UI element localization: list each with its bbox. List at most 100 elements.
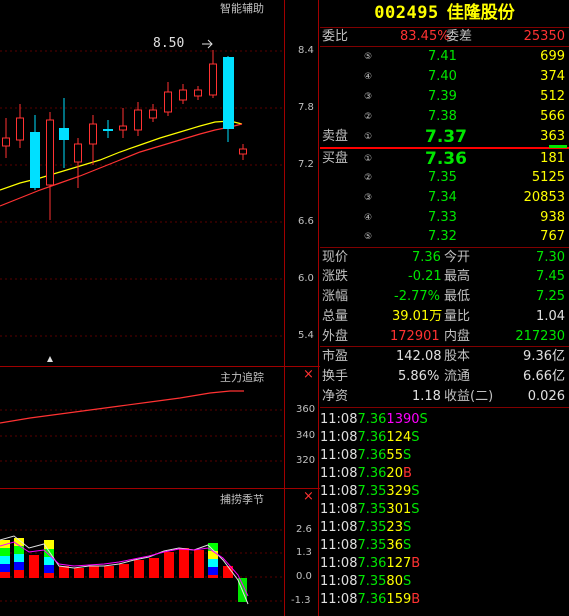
tick-side: S [402,574,412,589]
axis-label: 8.4 [298,45,314,56]
tick-volume: 159 [386,592,412,607]
level-index: ④ [364,72,373,82]
bid-row-1[interactable]: 买盘 ① 7.36 181 [320,149,569,169]
nav-value: 1.18 [412,389,441,404]
ask-row-5[interactable]: ⑤ 7.41 699 [320,48,569,66]
tick-volume: 23 [386,520,403,535]
tick-side: B [411,592,421,607]
tick-volume: 329 [386,484,412,499]
ask-price: 7.40 [428,69,457,84]
tick-row: 11:087.3536S [320,537,569,555]
ratio-label: 委比 [322,29,349,44]
quote-row-volume: 总量 39.01万 量比 1.04 [320,308,569,326]
kline-svg[interactable] [0,0,320,616]
quote-row-percent: 涨幅 -2.77% 最低 7.25 [320,288,569,306]
shares-label: 股本 [444,349,471,364]
eps-label: 收益(二) [444,389,494,404]
bid-row-2[interactable]: ② 7.35 5125 [320,169,569,187]
buy-label: 买盘 [322,151,349,166]
fund-row-nav: 净资 1.18 收益(二) 0.026 [320,388,569,406]
tick-price: 7.36 [357,466,387,481]
tick-row: 11:087.3620B [320,465,569,483]
tick-side: S [402,538,412,553]
tick-side: S [402,520,412,535]
tick-price: 7.36 [357,592,387,607]
kline-chart-area[interactable]: 智能辅助 8.50 8.4 7.8 7.2 6.6 6.0 5.4 主力追踪 ×… [0,0,320,616]
bid-price: 7.33 [428,210,457,225]
tick-volume: 1390 [386,412,420,427]
eps-value: 0.026 [527,389,565,404]
now-price: 7.36 [412,250,441,265]
level-index: ③ [364,193,373,203]
tick-time: 11:08 [320,466,358,481]
bid-price: 7.34 [428,190,457,205]
axis-label: 7.2 [298,159,314,170]
tick-time: 11:08 [320,538,358,553]
tick-volume: 55 [386,448,403,463]
quote-panel: 002495 佳隆股份 委比 83.45% 委差 25350 ⑤ 7.41 699… [320,0,569,616]
bid-row-5[interactable]: ⑤ 7.32 767 [320,228,569,246]
ask-row-3[interactable]: ③ 7.39 512 [320,88,569,106]
bid-row-4[interactable]: ④ 7.33 938 [320,209,569,227]
ask-price: 7.41 [428,49,457,64]
open-price: 7.30 [536,250,565,265]
tick-row: 11:087.35301S [320,501,569,519]
axis-label: 7.8 [298,102,314,113]
tick-price: 7.36 [357,448,387,463]
ask-price: 7.37 [425,127,467,147]
volume-ratio-value: 1.04 [536,309,565,324]
ask-row-4[interactable]: ④ 7.40 374 [320,68,569,86]
outer-label: 外盘 [322,329,349,344]
volume-value: 39.01万 [392,309,443,324]
bid-price: 7.32 [428,229,457,244]
tick-time: 11:08 [320,484,358,499]
stock-name: 佳隆股份 [446,3,515,23]
tick-volume: 124 [386,430,412,445]
percent-label: 涨幅 [322,289,349,304]
float-value: 6.66亿 [523,369,565,384]
bid-price: 7.36 [425,149,467,169]
level-index: ⑤ [364,232,373,242]
close-icon[interactable]: × [303,489,314,504]
candles [2,50,247,220]
stock-title[interactable]: 002495 佳隆股份 [320,0,569,28]
axis-label: 6.6 [298,216,314,227]
ask-volume: 374 [540,69,565,84]
tick-price: 7.35 [357,574,387,589]
tick-side: B [402,466,412,481]
volume-ratio-label: 量比 [444,309,471,324]
ask-row-2[interactable]: ② 7.38 566 [320,108,569,126]
tick-price: 7.35 [357,520,387,535]
level-index: ① [364,132,373,142]
max-price-marker: 8.50 [153,36,185,51]
sub1-indicator-label: 主力追踪 [220,371,264,384]
volume-label: 总量 [322,309,349,324]
tick-price: 7.35 [357,484,387,499]
tick-price: 7.35 [357,502,387,517]
tick-row: 11:087.361390S [320,411,569,429]
axis-label: 1.3 [296,547,312,558]
inner-value: 217230 [515,329,565,344]
pe-label: 市盈 [322,349,349,364]
level-index: ④ [364,213,373,223]
turnover-value: 5.86% [398,369,440,384]
ask-volume: 699 [540,49,565,64]
inner-label: 内盘 [444,329,471,344]
ask-volume: 566 [540,109,565,124]
tick-row: 11:087.3523S [320,519,569,537]
main-force-line [0,390,244,424]
tick-volume: 36 [386,538,403,553]
bid-volume: 767 [540,229,565,244]
axis-label: 5.4 [298,330,314,341]
high-price: 7.45 [536,269,565,284]
high-label: 最高 [444,269,471,284]
now-label: 现价 [322,250,349,265]
ask-row-1[interactable]: 卖盘 ① 7.37 363 [320,127,569,147]
bid-row-3[interactable]: ③ 7.34 20853 [320,189,569,207]
quote-row-price: 现价 7.36 今开 7.30 [320,249,569,267]
sell-label: 卖盘 [322,129,349,144]
ask-volume: 512 [540,89,565,104]
close-icon[interactable]: × [303,367,314,382]
bid-volume: 5125 [531,170,565,185]
tick-time: 11:08 [320,430,358,445]
